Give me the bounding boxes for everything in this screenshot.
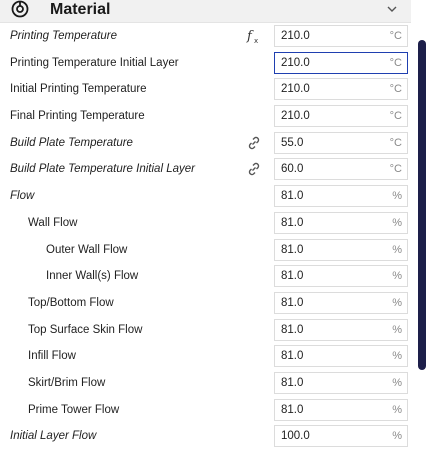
prime-tower-flow-label: Prime Tower Flow: [28, 403, 120, 416]
build-plate-temperature-value: 55.0: [281, 136, 304, 149]
link-icon[interactable]: [246, 135, 262, 151]
initial-layer-flow-label: Initial Layer Flow: [10, 430, 97, 443]
printing-temperature-input[interactable]: 210.0 °C: [274, 25, 408, 47]
build-plate-temperature-unit: °C: [389, 136, 402, 149]
build-plate-temperature-initial-layer-label: Build Plate Temperature Initial Layer: [10, 163, 195, 176]
setting-row-skirt-brim-flow: Skirt/Brim Flow 81.0%: [0, 370, 411, 397]
svg-text:x: x: [254, 37, 258, 44]
prime-tower-flow-unit: %: [392, 403, 402, 416]
top-surface-skin-flow-input[interactable]: 81.0%: [274, 318, 408, 341]
setting-row-printing-temperature: Printing Temperature f x 210.0 °C: [0, 23, 411, 50]
material-spool-icon: [11, 0, 29, 18]
inner-walls-flow-label: Inner Wall(s) Flow: [46, 270, 139, 283]
setting-row-build-plate-temperature-initial-layer: Build Plate Temperature Initial Layer 60.…: [0, 156, 411, 183]
printing-temperature-label: Printing Temperature: [10, 30, 117, 42]
build-plate-temperature-initial-layer-input[interactable]: 60.0 °C: [274, 158, 408, 181]
initial-printing-temperature-label: Initial Printing Temperature: [10, 83, 147, 96]
wall-flow-unit: %: [392, 216, 402, 229]
flow-label: Flow: [10, 190, 35, 203]
skirt-brim-flow-unit: %: [392, 376, 402, 389]
printing-temperature-initial-layer-label: Printing Temperature Initial Layer: [10, 56, 179, 69]
top-surface-skin-flow-unit: %: [392, 323, 402, 336]
link-icon[interactable]: [246, 161, 262, 177]
prime-tower-flow-input[interactable]: 81.0%: [274, 398, 408, 421]
setting-row-final-printing-temperature: Final Printing Temperature 210.0 °C: [0, 103, 411, 130]
setting-row-top-bottom-flow: Top/Bottom Flow 81.0%: [0, 290, 411, 317]
setting-row-outer-wall-flow: Outer Wall Flow 81.0%: [0, 237, 411, 264]
settings-list: Printing Temperature f x 210.0 °C Printing Te…: [0, 23, 411, 450]
setting-row-top-surface-skin-flow: Top Surface Skin Flow 81.0%: [0, 317, 411, 344]
final-printing-temperature-label: Final Printing Temperature: [10, 110, 145, 123]
top-bottom-flow-unit: %: [392, 296, 402, 309]
top-bottom-flow-label: Top/Bottom Flow: [28, 296, 114, 309]
prime-tower-flow-value: 81.0: [281, 403, 304, 416]
outer-wall-flow-label: Outer Wall Flow: [46, 243, 128, 256]
flow-unit: %: [392, 190, 402, 203]
printing-temperature-unit: °C: [389, 30, 402, 42]
skirt-brim-flow-value: 81.0: [281, 376, 304, 389]
setting-row-wall-flow: Wall Flow 81.0%: [0, 210, 411, 237]
wall-flow-input[interactable]: 81.0%: [274, 211, 408, 234]
skirt-brim-flow-input[interactable]: 81.0%: [274, 371, 408, 394]
skirt-brim-flow-label: Skirt/Brim Flow: [28, 376, 106, 389]
outer-wall-flow-input[interactable]: 81.0%: [274, 238, 408, 261]
chevron-down-icon[interactable]: [386, 3, 398, 15]
setting-row-prime-tower-flow: Prime Tower Flow 81.0%: [0, 397, 411, 424]
infill-flow-input[interactable]: 81.0%: [274, 345, 408, 368]
final-printing-temperature-input[interactable]: 210.0 °C: [274, 105, 408, 128]
initial-layer-flow-unit: %: [392, 430, 402, 443]
build-plate-temperature-initial-layer-unit: °C: [389, 163, 402, 176]
initial-layer-flow-value: 100.0: [281, 430, 310, 443]
inner-walls-flow-unit: %: [392, 270, 402, 283]
setting-row-flow: Flow 81.0%: [0, 183, 411, 210]
setting-row-build-plate-temperature: Build Plate Temperature 55.0 °C: [0, 130, 411, 157]
setting-row-initial-printing-temperature: Initial Printing Temperature 210.0 °C: [0, 76, 411, 103]
top-bottom-flow-input[interactable]: 81.0%: [274, 291, 408, 314]
setting-row-inner-walls-flow: Inner Wall(s) Flow 81.0%: [0, 263, 411, 290]
initial-layer-flow-input[interactable]: 100.0%: [274, 425, 408, 448]
top-surface-skin-flow-label: Top Surface Skin Flow: [28, 323, 143, 336]
infill-flow-value: 81.0: [281, 350, 304, 363]
setting-row-infill-flow: Infill Flow 81.0%: [0, 343, 411, 370]
printing-temperature-initial-layer-unit: °C: [389, 56, 402, 69]
svg-text:f: f: [246, 29, 254, 44]
wall-flow-value: 81.0: [281, 216, 304, 229]
inner-walls-flow-input[interactable]: 81.0%: [274, 265, 408, 288]
final-printing-temperature-unit: °C: [389, 110, 402, 123]
setting-row-initial-layer-flow: Initial Layer Flow 100.0%: [0, 423, 411, 450]
initial-printing-temperature-value: 210.0: [281, 83, 310, 96]
material-section-header[interactable]: Material: [0, 0, 411, 23]
build-plate-temperature-label: Build Plate Temperature: [10, 136, 133, 149]
printing-temperature-initial-layer-input[interactable]: 210.0 °C: [274, 51, 408, 74]
infill-flow-label: Infill Flow: [28, 350, 76, 363]
wall-flow-label: Wall Flow: [28, 216, 78, 229]
build-plate-temperature-input[interactable]: 55.0 °C: [274, 131, 408, 154]
flow-input[interactable]: 81.0%: [274, 185, 408, 208]
outer-wall-flow-unit: %: [392, 243, 402, 256]
function-icon[interactable]: fx: [246, 28, 262, 45]
setting-row-printing-temperature-initial-layer: Printing Temperature Initial Layer 210.0 °…: [0, 50, 411, 77]
initial-printing-temperature-input[interactable]: 210.0 °C: [274, 78, 408, 101]
scrollbar[interactable]: [418, 40, 426, 370]
printing-temperature-value: 210.0: [281, 30, 310, 42]
final-printing-temperature-value: 210.0: [281, 110, 310, 123]
initial-printing-temperature-unit: °C: [389, 83, 402, 96]
flow-value: 81.0: [281, 190, 304, 203]
top-bottom-flow-value: 81.0: [281, 296, 304, 309]
top-surface-skin-flow-value: 81.0: [281, 323, 304, 336]
outer-wall-flow-value: 81.0: [281, 243, 304, 256]
printing-temperature-initial-layer-value: 210.0: [281, 56, 310, 69]
infill-flow-unit: %: [392, 350, 402, 363]
section-title: Material: [50, 1, 111, 18]
build-plate-temperature-initial-layer-value: 60.0: [281, 163, 304, 176]
inner-walls-flow-value: 81.0: [281, 270, 304, 283]
